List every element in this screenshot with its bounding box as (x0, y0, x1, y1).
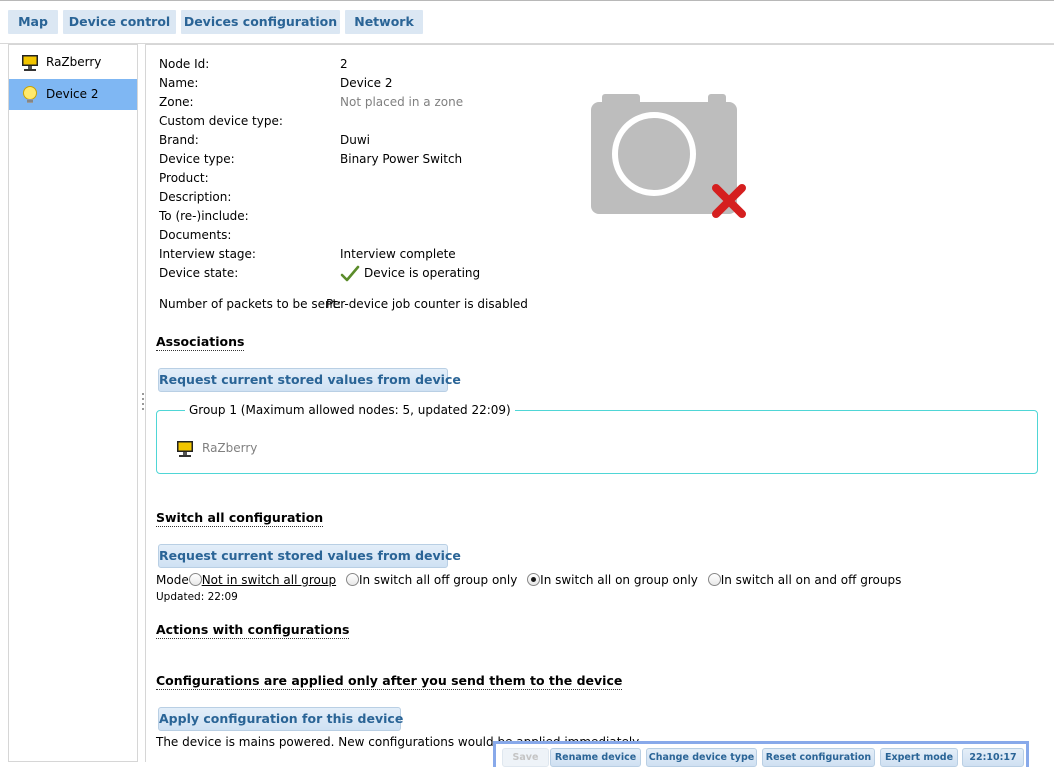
top-tab-bar: Map Device control Devices configuration… (0, 0, 1054, 44)
mode-option-label: Not in switch all group (201, 573, 337, 587)
detail-value: Device is operating (364, 266, 481, 280)
bottom-toolbar: Save Rename device Change device type Re… (493, 741, 1029, 767)
tab-devices-configuration[interactable]: Devices configuration (181, 10, 340, 34)
apply-configuration-button[interactable]: Apply configuration for this device (158, 707, 403, 731)
computer-icon (175, 439, 195, 462)
associations-request-button[interactable]: Request current stored values from devic… (158, 368, 461, 392)
tab-device-control[interactable]: Device control (63, 10, 176, 34)
expert-mode-button[interactable]: Expert mode (880, 748, 958, 767)
radio-button[interactable] (527, 573, 541, 586)
radio-button[interactable] (345, 573, 359, 586)
detail-key: Device type: (159, 152, 235, 166)
detail-key: Product: (159, 171, 209, 185)
detail-key: Interview stage: (159, 247, 256, 261)
detail-value: Interview complete (340, 247, 456, 261)
tab-map[interactable]: Map (8, 10, 58, 34)
lightbulb-icon (20, 85, 40, 105)
detail-value[interactable]: Device 2 (340, 76, 393, 90)
switch-all-mode: Mode Not in switch all group In switch al… (156, 573, 907, 591)
clock-display: 22:10:17 (962, 748, 1024, 767)
tab-network[interactable]: Network (345, 10, 423, 34)
sidebar-item-label: Device 2 (46, 87, 99, 101)
computer-icon (20, 53, 40, 73)
detail-key: Node Id: (159, 57, 210, 71)
sidebar-item-label: RaZberry (46, 55, 102, 69)
radio-button[interactable] (707, 573, 721, 586)
mode-label: Mode (156, 573, 189, 587)
mode-option-not-in-group[interactable]: Not in switch all group (188, 573, 337, 587)
mode-option-off-only[interactable]: In switch all off group only (345, 573, 518, 587)
apply-note-heading: Configurations are applied only after yo… (156, 673, 623, 690)
device-list-sidebar: RaZberry Device 2 (8, 44, 138, 762)
save-button[interactable]: Save (502, 748, 549, 767)
radio-button[interactable] (188, 573, 202, 586)
sidebar-item-razberry[interactable]: RaZberry (9, 47, 137, 78)
group-member-label: RaZberry (202, 441, 258, 455)
rename-device-button[interactable]: Rename device (550, 748, 641, 767)
switch-all-request-button[interactable]: Request current stored values from devic… (158, 544, 461, 568)
associations-heading: Associations (156, 334, 245, 351)
detail-key: Brand: (159, 133, 199, 147)
switch-all-updated: Updated: 22:09 (156, 591, 238, 603)
camera-missing-icon (586, 90, 756, 230)
detail-key: Name: (159, 76, 199, 90)
detail-value: Binary Power Switch (340, 152, 463, 166)
sidebar-item-device-2[interactable]: Device 2 (9, 79, 137, 110)
detail-value: Duwi (340, 133, 370, 147)
change-device-type-button[interactable]: Change device type (646, 748, 757, 767)
switch-all-heading: Switch all configuration (156, 510, 324, 527)
mode-option-label: In switch all on and off groups (720, 573, 902, 587)
mode-option-label: In switch all on group only (540, 573, 698, 587)
device-config-panel: Node Id: 2 Name: Device 2 Zone: Not plac… (145, 44, 1054, 762)
reset-configuration-button[interactable]: Reset configuration (762, 748, 875, 767)
detail-key: Documents: (159, 228, 232, 242)
detail-key: Custom device type: (159, 114, 283, 128)
detail-value: Per-device job counter is disabled (326, 297, 528, 311)
mode-option-label: In switch all off group only (358, 573, 518, 587)
actions-heading: Actions with configurations (156, 622, 350, 639)
association-group-1: Group 1 (Maximum allowed nodes: 5, updat… (156, 403, 1038, 474)
mode-option-on-only[interactable]: In switch all on group only (527, 573, 698, 587)
detail-value: 2 (340, 57, 348, 71)
detail-key: Number of packets to be sent: (159, 297, 342, 311)
detail-key: Description: (159, 190, 232, 204)
detail-key: To (re-)include: (159, 209, 249, 223)
mode-option-on-and-off[interactable]: In switch all on and off groups (707, 573, 902, 587)
detail-key: Device state: (159, 266, 239, 280)
detail-key: Zone: (159, 95, 194, 109)
group-legend: Group 1 (Maximum allowed nodes: 5, updat… (185, 403, 515, 417)
detail-value: Not placed in a zone (340, 95, 464, 109)
